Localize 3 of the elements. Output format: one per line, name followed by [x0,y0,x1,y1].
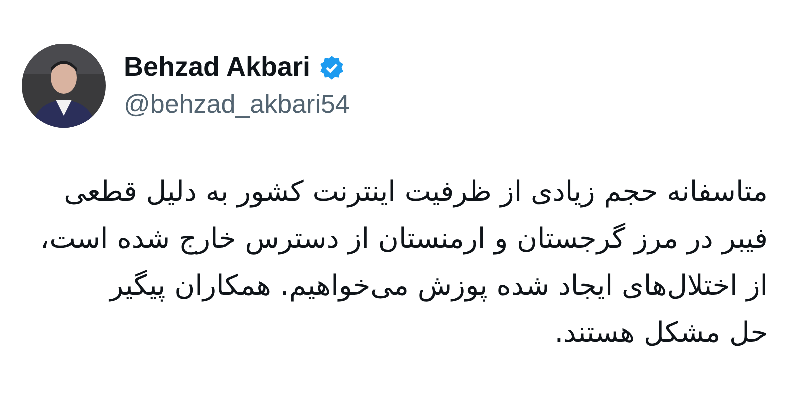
author-handle: @behzad_akbari54 [124,89,350,120]
tweet-text: متاسفانه حجم زیادی از ظرفیت اینترنت کشور به دلیل قطعی فیبر در مرز گرجستان و ارمنستان از دسترس خارج شده است، از اختلال‌های ایجاد شده پوزش می‌خواهیم. همکاران پیگیر حل مشکل هستند. [40,174,768,351]
author-name: Behzad Akbari [124,52,311,83]
